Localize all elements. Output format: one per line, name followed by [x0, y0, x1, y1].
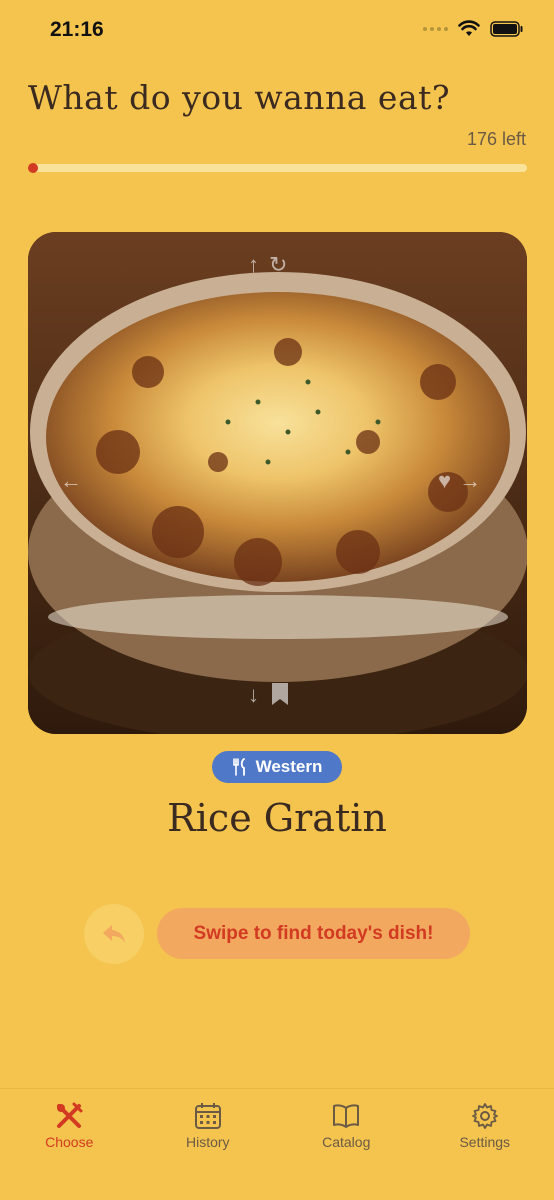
- arrow-up-icon: ↑: [248, 252, 259, 277]
- status-bar: 21:16: [0, 0, 554, 60]
- swipe-cta-button[interactable]: Swipe to find today's dish!: [157, 908, 470, 959]
- arrow-down-icon: ↓: [248, 682, 259, 707]
- remaining-count: 176 left: [466, 129, 526, 149]
- tab-settings[interactable]: Settings: [416, 1089, 554, 1200]
- tab-settings-label: Settings: [459, 1134, 511, 1150]
- heart-icon: ♥: [438, 468, 452, 493]
- tab-bar: Choose History Catalog Settings: [0, 1088, 554, 1200]
- cuisine-tag: Western: [212, 751, 342, 783]
- tab-history-label: History: [185, 1134, 230, 1150]
- arrow-left-icon: ←: [60, 468, 82, 493]
- calendar-icon: [194, 1103, 221, 1129]
- utensils-cross-icon: [57, 1102, 83, 1128]
- swipe-cta-label: Swipe to find today's dish!: [193, 922, 434, 944]
- wifi-icon: [458, 20, 480, 36]
- bookmark-icon: [272, 683, 288, 705]
- progress-bar: [28, 163, 527, 173]
- dish-name: Rice Gratin: [167, 796, 387, 840]
- fork-knife-icon: [232, 758, 245, 776]
- signal-icon: [423, 27, 448, 31]
- book-icon: [333, 1104, 360, 1128]
- card-hint-bottom: ↓: [248, 682, 289, 708]
- page-title: What do you wanna eat?: [28, 78, 451, 117]
- undo-arrow-icon: [103, 925, 125, 943]
- tab-history[interactable]: History: [139, 1089, 278, 1200]
- refresh-icon: ↻: [269, 252, 288, 277]
- progress-fill: [28, 163, 38, 173]
- status-time: 21:16: [50, 18, 104, 41]
- cuisine-tag-label: Western: [255, 757, 323, 776]
- tab-choose-label: Choose: [45, 1134, 94, 1150]
- status-icons: [423, 20, 524, 38]
- battery-icon: [490, 21, 523, 37]
- undo-button[interactable]: [84, 904, 144, 964]
- card-hint-right: ♥ →: [438, 468, 481, 494]
- card-hint-top: ↑ ↻: [248, 252, 287, 278]
- gear-icon: [471, 1103, 498, 1129]
- tab-catalog[interactable]: Catalog: [277, 1089, 416, 1200]
- card-hint-left: ←: [60, 468, 82, 494]
- dish-card[interactable]: ↑ ↻ ← ♥ → ↓: [28, 232, 527, 734]
- tab-catalog-label: Catalog: [322, 1134, 371, 1150]
- tab-choose[interactable]: Choose: [0, 1089, 139, 1200]
- arrow-right-icon: →: [459, 468, 482, 493]
